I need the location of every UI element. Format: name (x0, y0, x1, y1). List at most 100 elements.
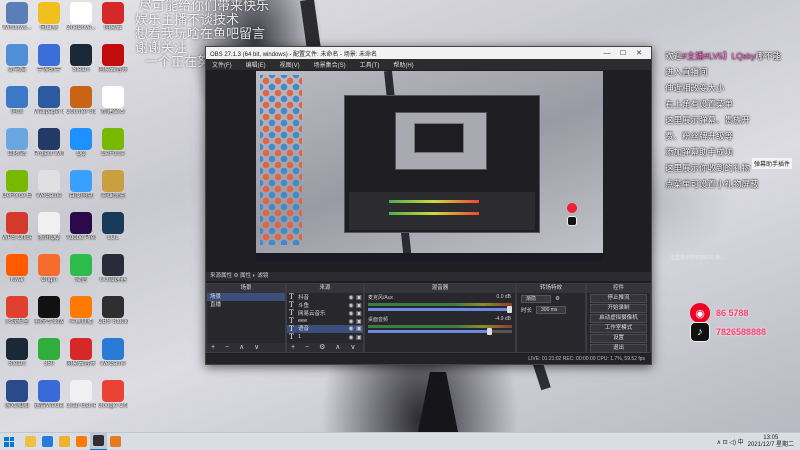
scene-item[interactable]: 场景 (207, 293, 285, 301)
desktop-icon[interactable]: Crab Game (66, 380, 96, 410)
source-item[interactable]: T 斗鱼 ◉ ▣ (287, 301, 363, 309)
desktop-icon[interactable]: Windows... (2, 2, 32, 32)
desktop-icon[interactable]: Project Winter (34, 128, 64, 158)
menu-help[interactable]: 帮助(H) (393, 60, 413, 69)
desktop-icon[interactable]: Adobe Premiere (66, 212, 96, 242)
desktop-icon[interactable]: Steam (66, 44, 96, 74)
lock-icon[interactable]: ▣ (355, 318, 363, 325)
desktop-icon[interactable]: 腾讯QQ (34, 212, 64, 242)
desktop-icon[interactable]: 网易云音乐 (66, 338, 96, 368)
menu-view[interactable]: 视图(V) (280, 60, 300, 69)
desktop-icon[interactable]: 迅雷WeGame (34, 380, 64, 410)
desktop-icon[interactable]: Origin (34, 254, 64, 284)
minimize-button[interactable]: — (599, 50, 615, 57)
desktop-icon[interactable]: LOL (98, 212, 128, 242)
eye-icon[interactable]: ◉ (347, 294, 355, 301)
desktop-icon[interactable]: 游戏加加 (2, 380, 32, 410)
menu-scene-collection[interactable]: 场景集合(S) (314, 60, 346, 69)
desktop-icon[interactable]: GeForce (98, 128, 128, 158)
taskbar-app-files[interactable] (56, 433, 73, 450)
lock-icon[interactable]: ▣ (355, 302, 363, 309)
eye-icon[interactable]: ◉ (347, 334, 355, 341)
control-button[interactable]: 开始录制 (590, 304, 647, 313)
tray-icons[interactable]: ∧ ⊡ ◁) 中 (717, 437, 744, 446)
desktop-icon-label: Crab Game (66, 403, 96, 409)
lock-icon[interactable]: ▣ (355, 310, 363, 317)
desktop-icon[interactable]: 网易云音乐 (98, 44, 128, 74)
gear-icon[interactable]: ⚙ (555, 296, 560, 302)
desktop-icon[interactable]: 回收站 (2, 128, 32, 158)
scene-item[interactable]: 直播 (207, 301, 285, 309)
desktop-icon[interactable]: OneDrive... (66, 2, 96, 32)
obs-window[interactable]: OBS 27.1.3 (64 bit, windows) - 配置文件: 未命名… (205, 46, 652, 365)
maximize-button[interactable]: ☐ (615, 49, 631, 57)
desktop-icon[interactable]: OBS Studio (98, 296, 128, 326)
obs-titlebar[interactable]: OBS 27.1.3 (64 bit, windows) - 配置文件: 未命名… (206, 47, 651, 59)
eye-icon[interactable]: ◉ (347, 325, 355, 333)
taskbar-app-orange-app[interactable] (107, 433, 124, 450)
desktop-icon[interactable]: 斗鱼直播 (66, 296, 96, 326)
desktop-icon[interactable]: 百度网盘 (66, 170, 96, 200)
desktop-icon[interactable]: UU加速器 (98, 254, 128, 284)
source-toolbar[interactable]: 来源属性 ⚙ 属性 ◐ 滤镜 (206, 272, 651, 281)
desktop-icon[interactable]: 手游助手 (34, 44, 64, 74)
volume-slider[interactable] (368, 306, 512, 313)
desktop-icon[interactable]: WPS Office (2, 212, 32, 242)
taskbar-app-douyu[interactable] (73, 433, 90, 450)
desktop-icon[interactable]: Counter-Strike (66, 86, 96, 116)
sources-toolbar[interactable]: + − ⚙ ∧ ∨ (287, 343, 363, 352)
volume-knob[interactable] (507, 306, 512, 313)
control-button[interactable]: 停止推流 (590, 294, 647, 303)
transition-type-select[interactable]: 渐隐 (521, 294, 551, 303)
lock-icon[interactable]: ▣ (355, 325, 363, 333)
desktop-icon[interactable]: QQ (66, 128, 96, 158)
desktop-icon[interactable]: 此电脑 (2, 44, 32, 74)
desktop-icon[interactable]: 网易云 (98, 2, 128, 32)
desktop-icon[interactable]: Kwai (2, 254, 32, 284)
scenes-toolbar[interactable]: + − ∧ ∨ (207, 343, 285, 352)
desktop-icon[interactable]: 微信 (66, 254, 96, 284)
desktop-icon[interactable]: Steam (2, 338, 32, 368)
app-icon (70, 170, 92, 192)
desktop-icon[interactable]: 新建文本 (98, 86, 128, 116)
source-item[interactable]: T 网易云音乐 ◉ ▣ (287, 309, 363, 317)
desktop-icon[interactable]: 360 (34, 338, 64, 368)
desktop-icon[interactable]: 英雄联盟 (98, 170, 128, 200)
taskbar-clock[interactable]: 13:05 2021/12/7 星期二 (748, 435, 794, 449)
eye-icon[interactable]: ◉ (347, 310, 355, 317)
desktop-icon[interactable]: 网络 (2, 86, 32, 116)
close-button[interactable]: ✕ (631, 49, 647, 57)
source-item[interactable]: Teee ◉ ▣ (287, 317, 363, 325)
control-button[interactable]: 设置 (590, 334, 647, 343)
source-item[interactable]: T 语音 ◉ ▣ (287, 325, 363, 333)
taskbar-app-explorer[interactable] (22, 433, 39, 450)
desktop-icon[interactable]: WeGame (34, 170, 64, 200)
desktop-icon[interactable]: 向日葵 (34, 2, 64, 32)
obs-preview-canvas[interactable] (256, 71, 603, 261)
lock-icon[interactable]: ▣ (355, 334, 363, 341)
menu-edit[interactable]: 编辑(E) (246, 60, 266, 69)
desktop-icon[interactable]: Google Chrome (98, 380, 128, 410)
eye-icon[interactable]: ◉ (347, 302, 355, 309)
lock-icon[interactable]: ▣ (355, 294, 363, 301)
desktop-icon[interactable]: WeGame (98, 338, 128, 368)
taskbar-app-edge[interactable] (39, 433, 56, 450)
taskbar-app-obs[interactable] (90, 432, 107, 450)
control-button[interactable]: 退出 (590, 344, 647, 353)
control-button[interactable]: 工作室模式 (590, 324, 647, 333)
desktop-icon[interactable]: 剪映专业版 (34, 296, 64, 326)
menu-tools[interactable]: 工具(T) (360, 60, 380, 69)
start-button[interactable] (0, 433, 18, 450)
source-item[interactable]: T 抖音 ◉ ▣ (287, 293, 363, 301)
source-item[interactable]: T 1 ◉ ▣ (287, 333, 363, 341)
volume-slider[interactable] (368, 328, 512, 335)
preview-netease-icon (567, 203, 577, 213)
eye-icon[interactable]: ◉ (347, 318, 355, 325)
desktop-icon[interactable]: GeForce Experience (2, 170, 32, 200)
desktop-icon[interactable]: Wallpaper Engine (34, 86, 64, 116)
desktop-icon[interactable]: 火绒安全 (2, 296, 32, 326)
transition-duration-input[interactable]: 300 ms (536, 305, 567, 314)
control-button[interactable]: 启动虚拟摄像机 (590, 314, 647, 323)
menu-file[interactable]: 文件(F) (212, 60, 232, 69)
volume-knob[interactable] (486, 328, 492, 335)
